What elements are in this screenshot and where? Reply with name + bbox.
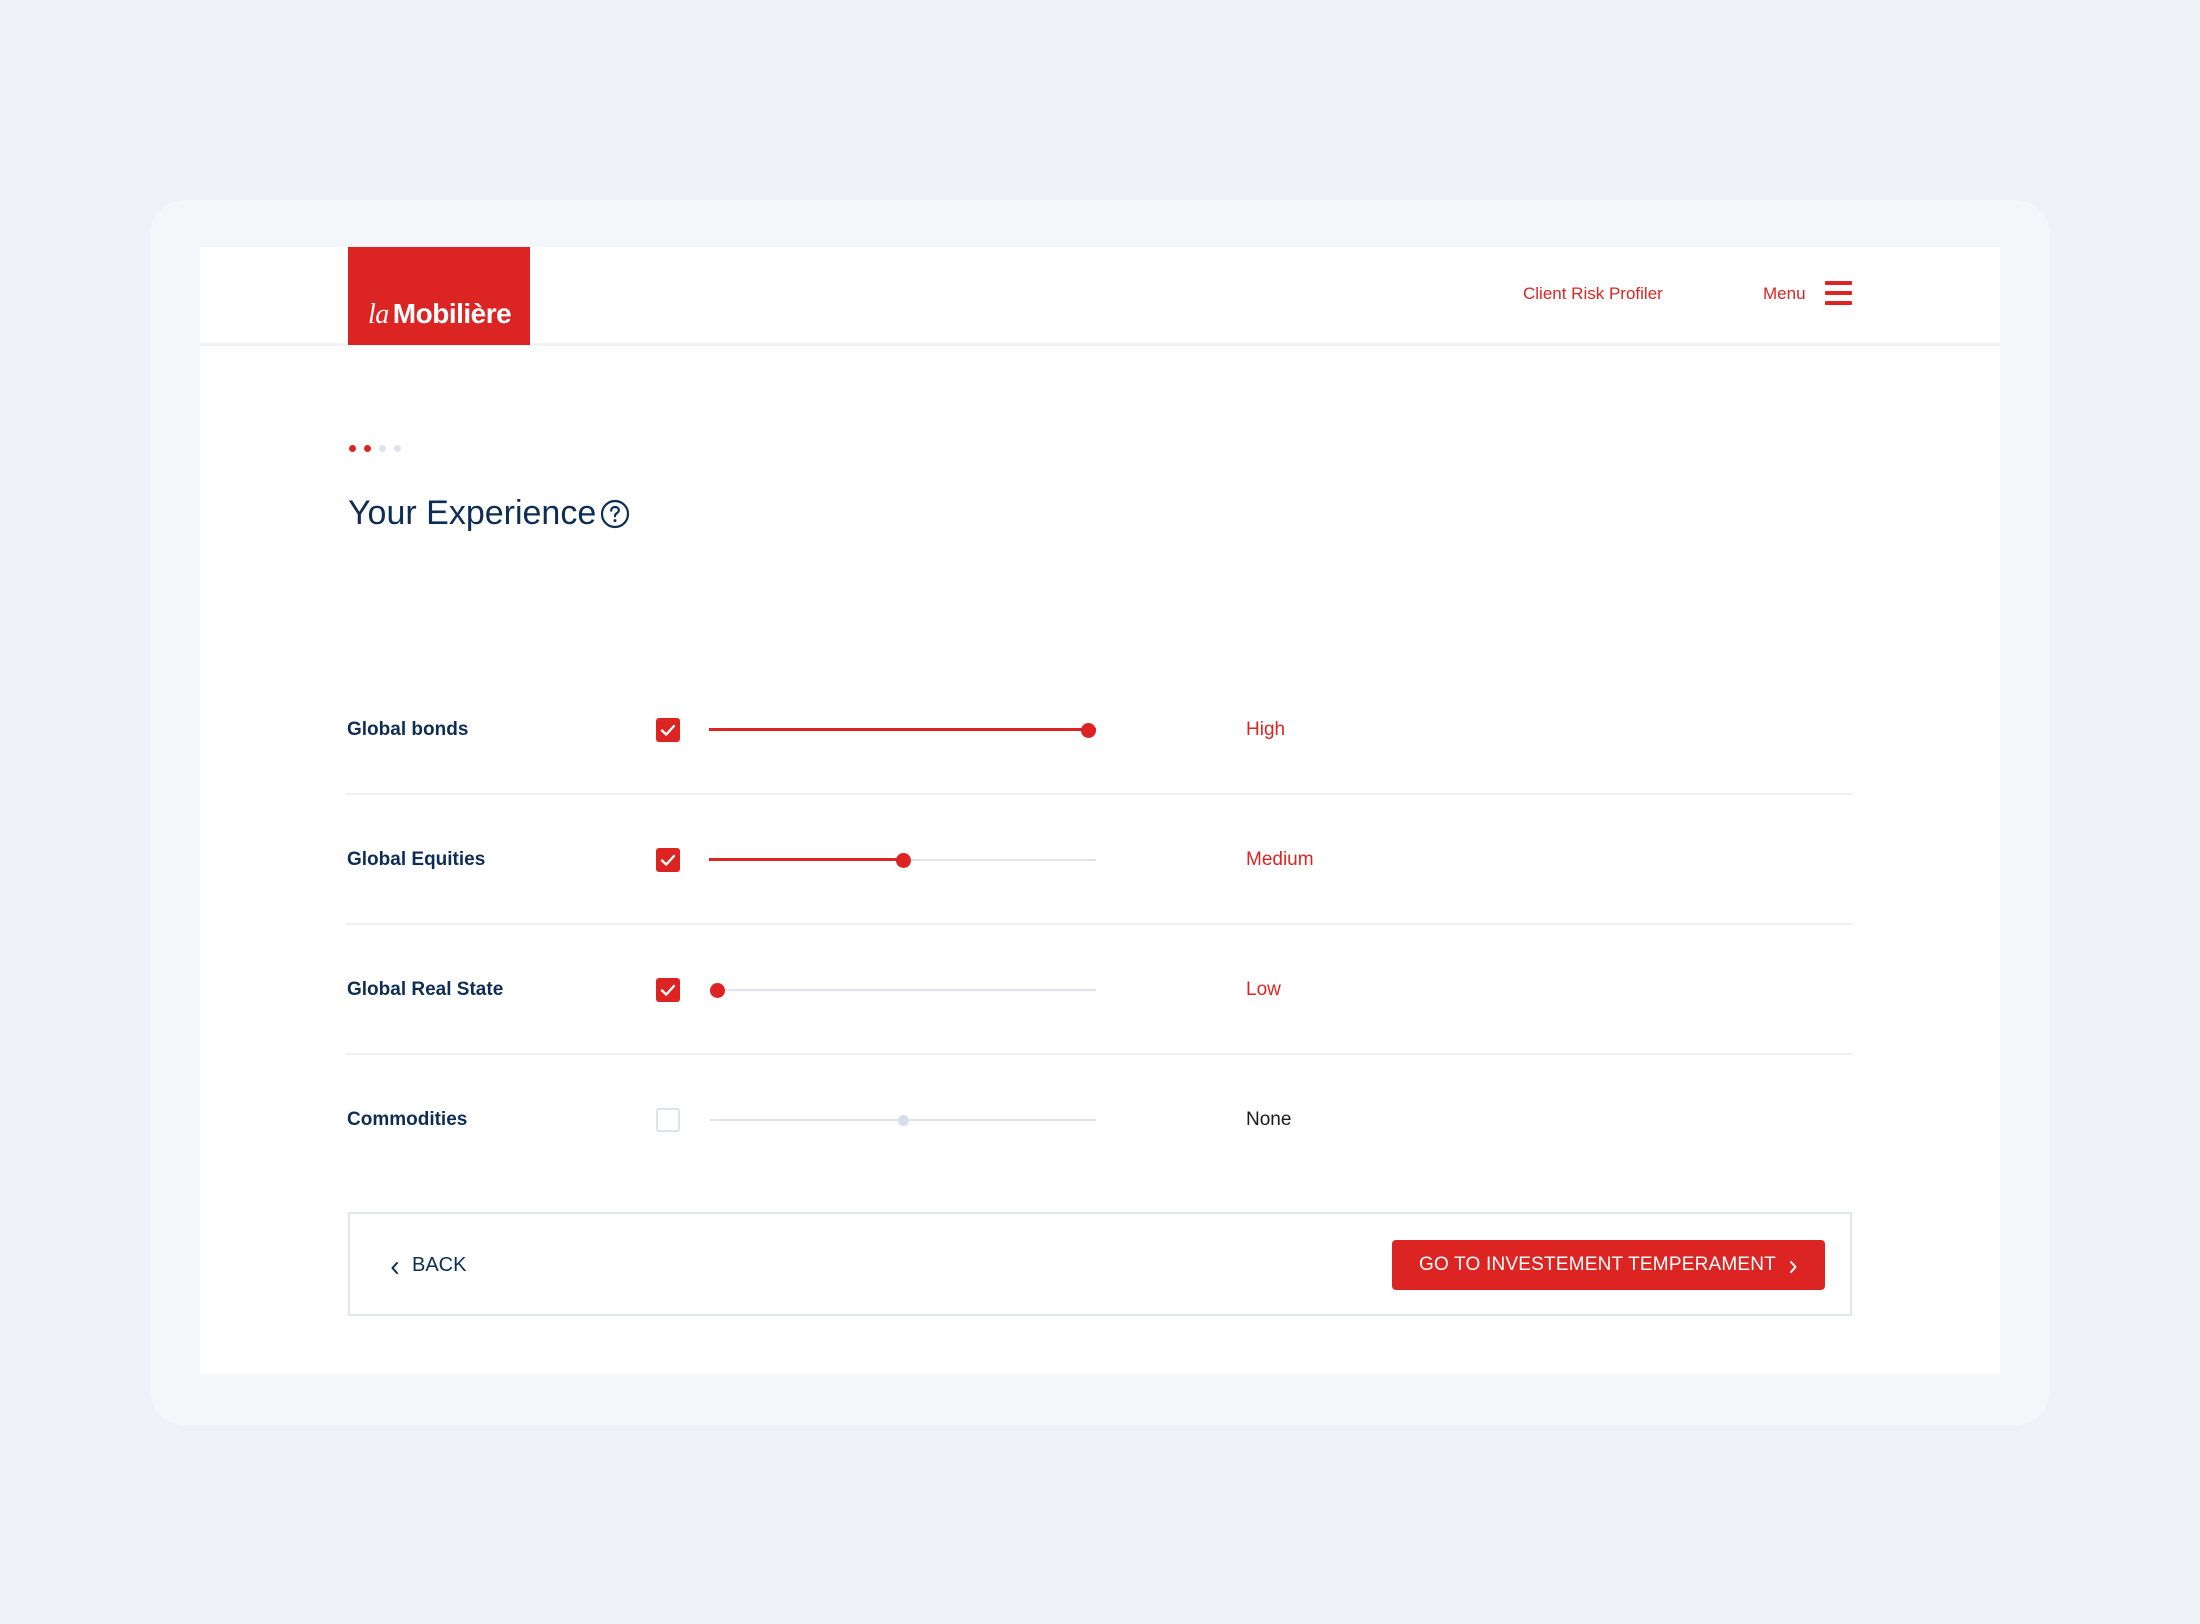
experience-label: Global Equities — [347, 849, 486, 870]
experience-row: Global Real State Low — [346, 925, 1852, 1055]
experience-checkbox[interactable] — [656, 1108, 680, 1132]
experience-slider[interactable] — [709, 850, 1096, 870]
experience-level-value: High — [1246, 719, 1286, 740]
experience-label: Commodities — [347, 1109, 468, 1130]
experience-label: Global Real State — [347, 979, 504, 1000]
slider-thumb[interactable] — [710, 983, 725, 998]
help-question-icon[interactable] — [600, 499, 630, 529]
slider-track — [709, 989, 1096, 991]
nav-menu-label[interactable]: Menu — [1763, 284, 1806, 304]
slider-fill — [709, 858, 903, 861]
brand-logo-text: la Mobilière — [368, 298, 512, 331]
checkmark-icon — [660, 724, 676, 736]
experience-checkbox[interactable] — [656, 848, 680, 872]
experience-slider[interactable] — [709, 980, 1096, 1000]
experience-slider[interactable] — [709, 720, 1096, 740]
step-dot — [364, 445, 371, 452]
chevron-right-icon — [1788, 1258, 1798, 1273]
experience-level-value: None — [1246, 1109, 1292, 1130]
back-button[interactable]: BACK — [390, 1250, 466, 1280]
brand-logo-name: Mobilière — [392, 298, 512, 329]
experience-row: Global bonds High — [346, 665, 1852, 795]
experience-checkbox[interactable] — [656, 978, 680, 1002]
experience-row: Global Equities Medium — [346, 795, 1852, 925]
experience-level-value: Medium — [1246, 849, 1314, 870]
footer-actions: BACK GO TO INVESTEMENT TEMPERAMENT — [348, 1212, 1852, 1316]
slider-fill — [709, 728, 1096, 731]
brand-logo[interactable]: la Mobilière — [348, 247, 530, 345]
step-dot — [394, 445, 401, 452]
step-dot — [349, 445, 356, 452]
checkmark-icon — [660, 984, 676, 996]
experience-slider[interactable] — [709, 1110, 1096, 1130]
brand-logo-prefix: la — [368, 299, 389, 330]
page-title: Your Experience — [348, 494, 597, 532]
hamburger-menu-icon[interactable] — [1825, 281, 1852, 305]
checkmark-icon — [660, 854, 676, 866]
chevron-left-icon — [390, 1258, 400, 1274]
top-header: la Mobilière Client Risk Profiler Menu — [200, 247, 2000, 346]
slider-thumb[interactable] — [1081, 723, 1096, 738]
app-screen: la Mobilière Client Risk Profiler Menu Yo… — [200, 247, 2000, 1374]
back-button-label: BACK — [412, 1253, 467, 1276]
slider-thumb[interactable] — [897, 1115, 909, 1126]
next-step-button-label: GO TO INVESTEMENT TEMPERAMENT — [1418, 1254, 1776, 1275]
nav-client-risk-profiler[interactable]: Client Risk Profiler — [1523, 284, 1663, 304]
next-step-button[interactable]: GO TO INVESTEMENT TEMPERAMENT — [1392, 1240, 1825, 1290]
step-dot — [379, 445, 386, 452]
experience-checkbox[interactable] — [656, 718, 680, 742]
slider-thumb[interactable] — [895, 853, 911, 868]
experience-label: Global bonds — [347, 719, 469, 740]
experience-level-value: Low — [1246, 979, 1281, 1000]
experience-row: Commodities None — [346, 1055, 1852, 1185]
